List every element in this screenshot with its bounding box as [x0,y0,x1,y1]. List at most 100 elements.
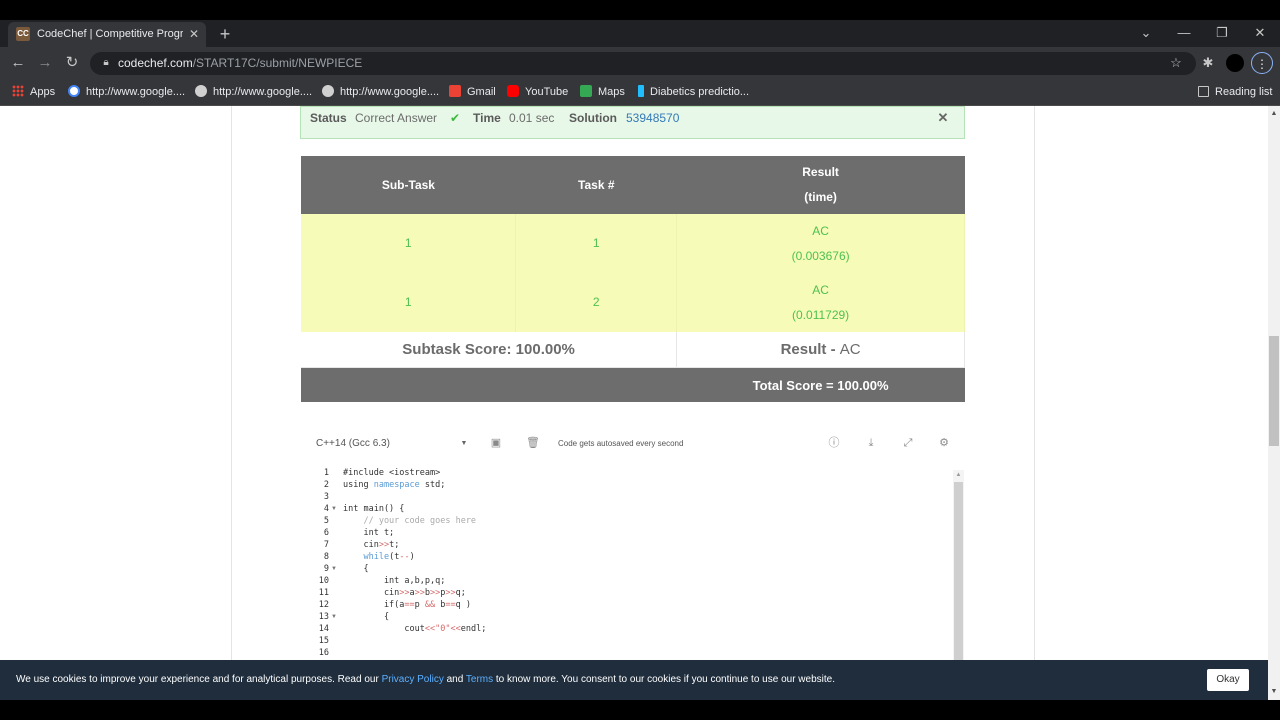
line-number: 3 [323,492,329,502]
bookmark-label: Maps [598,86,625,98]
gear-icon[interactable]: ⚙ [937,436,951,450]
bookmark-gmail[interactable]: Gmail [449,83,496,101]
minimize-icon[interactable]: — [1171,24,1197,42]
bookmark-google-1[interactable]: http://www.google.... [68,83,185,101]
tab-close-icon[interactable]: ✕ [187,26,201,42]
maps-icon [580,85,592,97]
terms-link[interactable]: Terms [466,674,493,685]
fold-arrow-icon[interactable]: ▼ [331,563,339,575]
fold-arrow-icon[interactable]: ▼ [331,611,339,623]
url-text[interactable]: codechef.com/START17C/submit/NEWPIECE [118,55,718,71]
result-time: (0.011729) [792,307,850,322]
fullscreen-icon[interactable]: ⤢ [901,436,915,450]
fold-arrow-icon[interactable]: ▼ [331,503,339,515]
check-icon: ✔ [450,111,461,125]
bookmark-apps[interactable]: Apps [12,83,55,101]
save-icon[interactable]: ▣ [489,436,503,450]
restore-icon[interactable]: ❐ [1209,24,1235,42]
cell-subtask: 1 [301,273,517,332]
status-label: Status [310,111,347,125]
overall-result-value: AC [839,341,861,358]
subtask-score-row: Subtask Score: 100.00% Result - AC [301,332,965,368]
total-score-row: Total Score = 100.00% [301,367,965,402]
lock-icon[interactable]: 🔒︎ [100,56,112,70]
globe-icon [322,85,334,97]
bookmark-youtube[interactable]: YouTube [507,83,568,101]
code-line: using namespace std; [343,480,446,490]
reading-list[interactable]: Reading list [1198,83,1272,101]
bookmark-maps[interactable]: Maps [580,83,625,101]
cookie-message: We use cookies to improve your experienc… [16,673,1016,687]
cell-subtask: 1 [301,214,517,273]
apps-grid-icon [12,85,24,97]
results-table: Sub-Task Task # Result (time) 1 1 AC (0.00… [301,156,965,402]
code-line: { [343,612,390,622]
reload-icon[interactable]: ↻ [62,54,82,72]
bookmark-label: YouTube [525,86,569,98]
line-number: 7 [323,540,329,550]
globe-icon [195,85,207,97]
bookmark-diabetics[interactable]: Diabetics predictio... [638,83,749,101]
code-line: #include <iostream> [343,468,441,478]
back-arrow-icon[interactable]: ← [8,54,28,72]
page-scrollbar-thumb[interactable] [1269,336,1279,446]
bookmark-google-3[interactable]: http://www.google.... [322,83,439,101]
privacy-policy-link[interactable]: Privacy Policy [382,674,444,685]
tab-search-chevron-icon[interactable]: ⌄ [1133,24,1159,42]
bookmark-label: Gmail [467,86,496,98]
solution-link[interactable]: 53948570 [626,110,679,126]
extensions-puzzle-icon[interactable]: ✱ [1200,54,1216,72]
time-label: Time [473,111,501,125]
screen-bottom-bar [0,700,1268,720]
table-row: 1 1 AC (0.003676) [301,214,965,273]
solution-id[interactable]: 53948570 [626,111,679,125]
bookmark-google-2[interactable]: http://www.google.... [195,83,312,101]
info-icon[interactable]: ⓘ [827,436,841,450]
code-line: if(a==p && b==q ) [343,600,472,610]
scroll-down-arrow-icon[interactable]: ▼ [1268,686,1280,698]
line-number: 9 [323,564,329,574]
result-verdict: AC [812,223,829,238]
overall-result-label: Result - [780,341,836,358]
code-line: while(t--) [363,552,415,562]
download-icon[interactable]: ⤓ [864,436,878,450]
scroll-up-arrow-icon[interactable]: ▲ [953,470,964,480]
editor-scrollbar-thumb[interactable] [954,482,963,660]
scroll-up-arrow-icon[interactable]: ▲ [1268,108,1280,120]
cookie-text-after: to know more. You consent to our cookies… [493,674,835,685]
result-time: (0.003676) [791,248,850,263]
bookmark-label: http://www.google.... [86,86,186,98]
total-score-spacer [301,367,677,402]
cell-task: 2 [515,273,678,332]
code-line: cin>>t; [343,540,400,550]
language-select[interactable]: C++14 (Gcc 6.3) [316,437,466,451]
header-task: Task # [515,156,677,214]
reading-list-label: Reading list [1215,86,1273,98]
table-row: 1 2 AC (0.011729) [301,273,965,332]
code-line: // your code goes here [343,516,477,526]
cookie-okay-button[interactable]: Okay [1207,669,1249,691]
trash-icon[interactable]: 🗑︎ [526,436,540,450]
close-status-icon[interactable]: ✕ [936,110,950,126]
forward-arrow-icon[interactable]: → [35,54,55,72]
chevron-down-icon[interactable]: ▼ [459,437,469,451]
cell-result: AC (0.011729) [676,273,965,332]
browser-menu-kebab-icon[interactable]: ⋮ [1251,52,1273,74]
code-line: cout<<"0"<<endl; [343,624,487,634]
codechef-favicon-icon: CC [16,27,30,41]
header-result-label: Result [802,165,839,179]
status-value: Correct Answer [355,111,438,125]
google-g-icon [68,85,80,97]
code-line: cin>>a>>b>>p>>q; [343,588,466,598]
code-line: int main() { [343,504,405,514]
window-close-icon[interactable]: ✕ [1247,24,1273,42]
line-number: 16 [318,648,329,658]
cell-task: 1 [515,214,678,273]
line-number: 12 [318,600,329,610]
profile-avatar[interactable] [1226,54,1244,72]
header-result: Result (time) [676,156,965,214]
line-number: 8 [323,552,329,562]
bookmark-star-icon[interactable]: ☆ [1168,54,1184,72]
line-number: 13 [318,612,329,622]
new-tab-icon[interactable]: + [216,25,234,43]
